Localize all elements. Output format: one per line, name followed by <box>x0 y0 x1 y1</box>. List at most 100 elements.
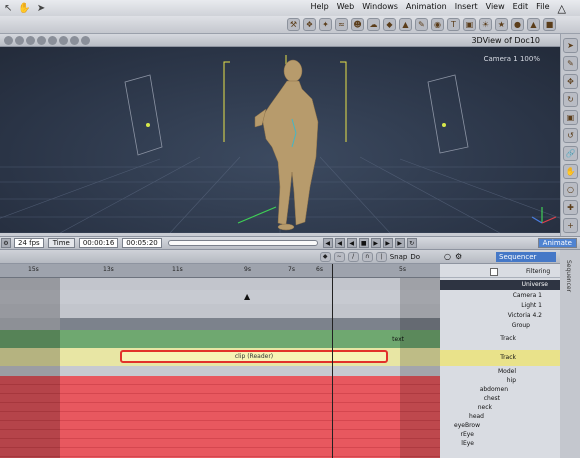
key-icon[interactable]: ◆ <box>319 251 331 262</box>
object-tool-icon[interactable]: ◆ <box>383 18 396 31</box>
wrench-tool-icon[interactable]: ⚒ <box>287 18 300 31</box>
cloud-tool-icon[interactable]: ☁ <box>367 18 380 31</box>
tree-node-leye[interactable]: lEye <box>461 440 474 447</box>
step-icon[interactable]: ∣ <box>375 251 387 262</box>
tree-node-eyebrow[interactable]: eyeBrow <box>454 422 480 429</box>
loop-icon[interactable]: ↻ <box>406 238 417 248</box>
display-mode-icon[interactable] <box>4 35 13 45</box>
tree-node-neck[interactable]: neck <box>478 404 492 411</box>
tree-node-track-selected[interactable]: Track <box>500 354 516 361</box>
camera-tool-icon[interactable]: ▣ <box>463 18 476 31</box>
tree-node-group[interactable]: Group <box>512 322 530 329</box>
keyframe-marker[interactable]: ▲ <box>244 292 250 301</box>
play-back-icon[interactable]: ◀ <box>346 238 357 248</box>
curve-icon[interactable]: ∼ <box>333 251 345 262</box>
tree-node-track[interactable]: Track <box>500 335 516 342</box>
tree-node-head[interactable]: head <box>469 413 484 420</box>
tree-node-universe[interactable]: Universe <box>522 281 548 288</box>
menu-web[interactable]: Web <box>337 2 354 15</box>
time-scrubber[interactable] <box>167 240 318 246</box>
tree-node-reye[interactable]: rEye <box>461 431 475 438</box>
hand-tool-icon[interactable]: ✋ <box>563 164 578 179</box>
current-time-field[interactable]: 00:00:16 <box>78 238 119 248</box>
animate-button[interactable]: Animate <box>537 238 577 248</box>
rotate-tool-icon[interactable]: ↻ <box>563 92 578 107</box>
track-figure <box>60 318 440 330</box>
tree-node-victoria[interactable]: Victoria 4.2 <box>508 312 542 319</box>
hair-tool-icon[interactable]: ≈ <box>335 18 348 31</box>
paint-tool-icon[interactable]: ✎ <box>415 18 428 31</box>
3d-viewport[interactable]: Camera 1 100% <box>0 47 560 233</box>
deform-tool-icon[interactable]: ❖ <box>303 18 316 31</box>
time-ruler[interactable]: 15s 13s 11s 9s 7s 6s 5s <box>0 264 440 278</box>
preview-icon[interactable] <box>48 35 57 45</box>
app-logo-icon: △ <box>557 1 566 15</box>
do-label[interactable]: Do <box>410 253 420 261</box>
animation-clip[interactable]: clip (Reader) <box>120 350 388 363</box>
axis-tool-icon[interactable]: ✚ <box>563 200 578 215</box>
end-time-field[interactable]: 00:05:20 <box>122 238 162 248</box>
next-key-icon[interactable]: ▶ <box>382 238 393 248</box>
move-tool-icon[interactable]: ✥ <box>563 74 578 89</box>
menu-view[interactable]: View <box>486 2 505 15</box>
filter-icon[interactable]: ⚙ <box>455 252 462 261</box>
linear-icon[interactable]: / <box>347 251 359 262</box>
sphere-tool-icon[interactable]: ◉ <box>431 18 444 31</box>
figure-tool-icon[interactable]: ☻ <box>351 18 364 31</box>
cursor-icon[interactable]: ↖ <box>4 3 12 14</box>
pen-tool-icon[interactable]: ✎ <box>563 56 578 71</box>
tree-node-camera[interactable]: Camera 1 <box>513 292 542 299</box>
filtering-row: Filtering <box>440 264 560 278</box>
go-end-icon[interactable]: ▶ <box>394 238 405 248</box>
tree-node-chest[interactable]: chest <box>484 395 500 402</box>
lighting-icon[interactable] <box>59 35 68 45</box>
tree-node-abdomen[interactable]: abdomen <box>480 386 508 393</box>
grid-icon[interactable] <box>81 35 90 45</box>
menu-insert[interactable]: Insert <box>455 2 478 15</box>
terrain-tool-icon[interactable]: ▲ <box>399 18 412 31</box>
playhead[interactable] <box>332 264 333 458</box>
play-icon[interactable]: ▶ <box>370 238 381 248</box>
main-toolbar: ■ ▲ ● ★ ☀ ▣ T ◉ ✎ ▲ ◆ ☁ ☻ ≈ ✦ ❖ ⚒ <box>0 16 580 34</box>
ease-icon[interactable]: ∩ <box>361 251 373 262</box>
go-start-icon[interactable]: ◀ <box>322 238 333 248</box>
stop-icon[interactable]: ■ <box>358 238 369 248</box>
pointer-icon[interactable]: ➤ <box>37 3 45 14</box>
menu-animation[interactable]: Animation <box>406 2 447 15</box>
render-tool-icon[interactable]: ★ <box>495 18 508 31</box>
bone-tool-icon[interactable]: ✦ <box>319 18 332 31</box>
arrow-tool-icon[interactable]: ➤ <box>563 38 578 53</box>
snap-label[interactable]: Snap <box>390 253 408 261</box>
settings-icon[interactable]: ⚙ <box>1 238 11 248</box>
render-area-icon[interactable] <box>70 35 79 45</box>
twist-tool-icon[interactable]: ↺ <box>563 128 578 143</box>
zoom-tool-icon[interactable]: ○ <box>563 182 578 197</box>
primitive-tool-icon[interactable]: ▲ <box>527 18 540 31</box>
sequencer-select[interactable]: Sequencer <box>496 251 556 262</box>
box-mode-icon[interactable] <box>37 35 46 45</box>
prev-key-icon[interactable]: ◀ <box>334 238 345 248</box>
link-tool-icon[interactable]: 🔗 <box>563 146 578 161</box>
light-tool-icon[interactable]: ☀ <box>479 18 492 31</box>
timeline-tracks[interactable]: ▲ text clip (Reader) <box>0 278 440 458</box>
tree-node-hip[interactable]: hip <box>507 377 516 384</box>
shading-mode-icon[interactable] <box>15 35 24 45</box>
tree-node-model[interactable]: Model <box>498 368 516 375</box>
menu-edit[interactable]: Edit <box>513 2 529 15</box>
menu-help[interactable]: Help <box>310 2 328 15</box>
fps-field[interactable]: 24 fps <box>14 238 44 248</box>
menu-windows[interactable]: Windows <box>362 2 398 15</box>
wireframe-icon[interactable] <box>26 35 35 45</box>
text-tool-icon[interactable]: T <box>447 18 460 31</box>
select-tool-icon[interactable]: ■ <box>543 18 556 31</box>
tree-node-light[interactable]: Light 1 <box>521 302 542 309</box>
menu-file[interactable]: File <box>536 2 549 15</box>
plus-tool-icon[interactable]: + <box>563 218 578 233</box>
hand-icon[interactable]: ✋ <box>18 3 30 14</box>
scale-tool-icon[interactable]: ▣ <box>563 110 578 125</box>
search-icon[interactable]: ○ <box>444 252 451 261</box>
time-mode-button[interactable]: Time <box>47 238 75 248</box>
sequencer-side-tab[interactable]: Sequencer <box>560 250 580 458</box>
shader-tool-icon[interactable]: ● <box>511 18 524 31</box>
filtering-checkbox[interactable] <box>490 268 498 276</box>
